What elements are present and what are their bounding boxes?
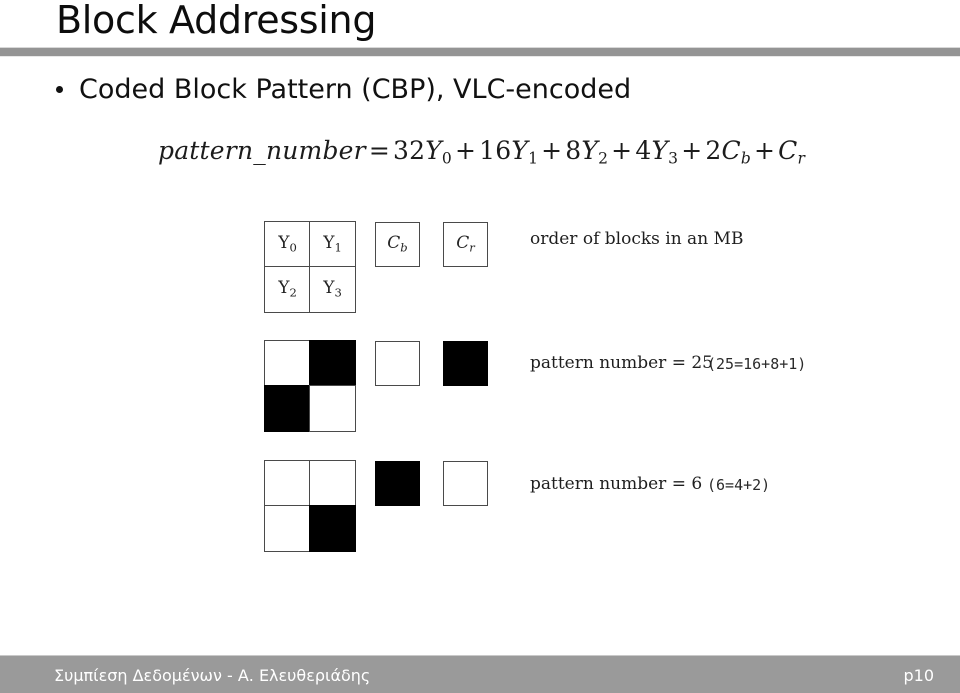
luma-block-grid-example-25 <box>264 340 356 432</box>
luma-block-y1: Y1 <box>309 221 356 268</box>
formula-term-1: 16Y1 <box>479 136 539 168</box>
formula-plus-3: + <box>681 136 703 165</box>
luma-block-y2: Y2 <box>264 266 311 313</box>
formula-term-2: 8Y2 <box>565 136 609 168</box>
chroma-block-cr-example-6 <box>443 461 488 506</box>
luma-block-y2 <box>264 385 311 432</box>
pattern-number-formula: pattern_number = 32Y0 +16Y1 +8Y2 +4Y3 +2Cb + Cr <box>158 136 805 167</box>
chroma-block-cb-label: Cb <box>387 232 408 255</box>
luma-block-grid-legend: Y0 Y1 Y2 Y3 <box>264 221 356 313</box>
formula-term-3: 4Y3 <box>635 136 679 168</box>
formula-equals: = <box>368 136 390 165</box>
chroma-block-cr-label: Cr <box>456 232 475 255</box>
luma-block-y1 <box>309 340 356 387</box>
luma-block-y2 <box>264 505 311 552</box>
luma-block-y3-label: Y3 <box>323 277 342 300</box>
luma-block-y1-label: Y1 <box>323 232 342 255</box>
chroma-block-cr-example-25 <box>443 341 488 386</box>
legend-caption: order of blocks in an MB <box>530 229 744 249</box>
formula-plus-2: + <box>611 136 633 165</box>
luma-block-grid-example-6 <box>264 460 356 552</box>
formula-plus-4: + <box>753 136 776 165</box>
formula-lhs: pattern_number <box>158 136 366 165</box>
cbp-figure: pattern_number = 32Y0 +16Y1 +8Y2 +4Y3 +2Cb + Cr … <box>0 0 960 640</box>
luma-block-y3: Y3 <box>309 266 356 313</box>
luma-block-y0 <box>264 460 311 507</box>
chroma-block-cb-example-6 <box>375 461 420 506</box>
formula-plus-0: + <box>454 136 477 165</box>
formula-plus-1: + <box>541 136 563 165</box>
luma-block-y0-label: Y0 <box>278 232 297 255</box>
luma-block-y3 <box>309 505 356 552</box>
luma-block-y1 <box>309 460 356 507</box>
formula-term-5: Cr <box>778 136 806 168</box>
luma-block-y0 <box>264 340 311 387</box>
luma-block-y0: Y0 <box>264 221 311 268</box>
example-25-note: (25=16+8+1) <box>707 355 807 373</box>
example-6-note: (6=4+2) <box>707 476 771 494</box>
example-6-caption: pattern number = 6 <box>530 474 703 494</box>
luma-block-y2-label: Y2 <box>278 277 297 300</box>
example-25-caption: pattern number = 25 <box>530 353 713 373</box>
footer-credit: Συμπίεση Δεδομένων - Α. Ελευθεριάδης <box>54 666 371 685</box>
formula-term-4: 2Cb <box>705 136 751 168</box>
chroma-block-cb-example-25 <box>375 341 420 386</box>
formula-term-0: 32Y0 <box>392 136 452 168</box>
luma-block-y3 <box>309 385 356 432</box>
chroma-block-cr-legend: Cr <box>443 222 488 267</box>
chroma-block-cb-legend: Cb <box>375 222 420 267</box>
footer-page-number: p10 <box>903 666 934 685</box>
